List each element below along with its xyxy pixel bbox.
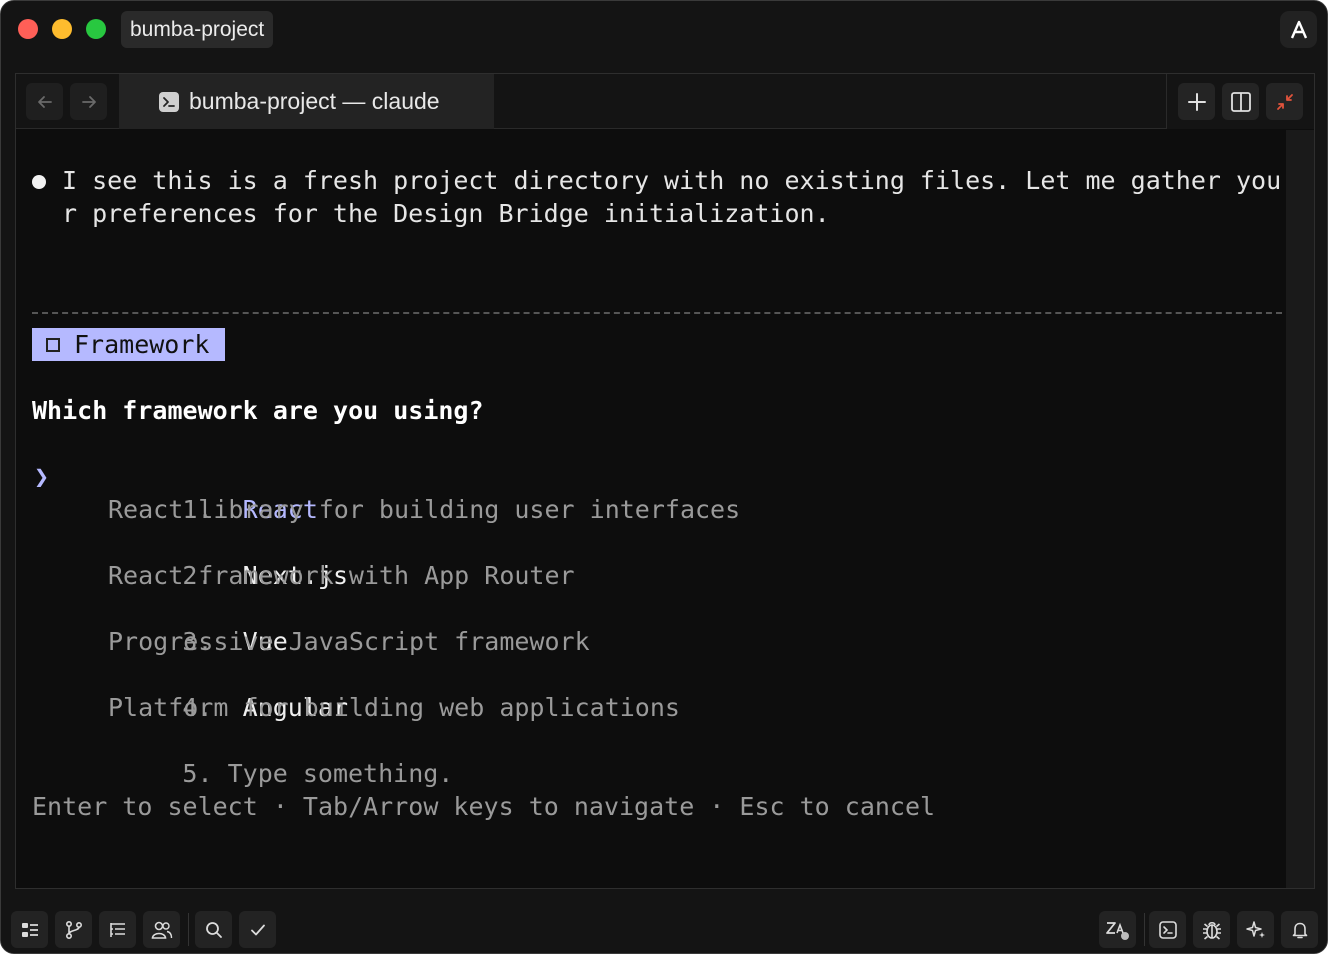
keyboard-hint: Enter to select · Tab/Arrow keys to navi…	[32, 792, 936, 821]
translate-icon	[1105, 921, 1129, 940]
maximize-window-button[interactable]	[86, 19, 106, 39]
arrow-left-icon	[37, 95, 52, 108]
project-name[interactable]: bumba-project	[121, 11, 274, 48]
option-label: Type something.	[227, 759, 454, 788]
question-text: Which framework are you using?	[32, 396, 484, 425]
ai-button[interactable]	[1237, 911, 1274, 948]
question-header: Framework	[32, 328, 226, 361]
account-button[interactable]	[1280, 11, 1317, 48]
account-a-icon	[1290, 20, 1307, 38]
option-number: 5.	[182, 759, 213, 788]
check-icon	[250, 924, 265, 935]
plus-icon	[1187, 92, 1206, 111]
outline-icon	[109, 922, 125, 937]
toolbar-separator	[1144, 913, 1145, 946]
branch-icon	[65, 920, 82, 939]
selection-pointer: ❯	[34, 462, 50, 491]
title-bar: bumba-project	[1, 1, 1327, 59]
collapse-icon	[1276, 93, 1293, 110]
split-view-icon	[1230, 91, 1251, 112]
notifications-button[interactable]	[1281, 911, 1318, 948]
file-tree-button[interactable]	[11, 911, 48, 948]
close-window-button[interactable]	[18, 19, 38, 39]
outline-button[interactable]	[99, 911, 136, 948]
assistant-message: I see this is a fresh project directory …	[62, 166, 1282, 228]
option-description: Platform for building web applications	[108, 693, 680, 722]
checkbox-icon	[46, 337, 60, 352]
arrow-right-icon	[81, 95, 96, 108]
terminal-icon	[1158, 920, 1177, 939]
tab-claude[interactable]: bumba-project — claude	[119, 74, 494, 129]
terminal-pane: bumba-project — claude I see this is a f…	[15, 73, 1315, 889]
scrollbar[interactable]	[1286, 130, 1314, 888]
terminal-output[interactable]: I see this is a fresh project directory …	[16, 130, 1286, 888]
tab-actions	[1166, 74, 1314, 129]
option-description: React framework with App Router	[108, 561, 575, 590]
checks-button[interactable]	[239, 911, 276, 948]
new-tab-button[interactable]	[1178, 83, 1215, 120]
bottom-toolbar	[1, 903, 1327, 953]
terminal-icon	[159, 91, 179, 112]
users-icon	[151, 921, 172, 939]
tree-icon	[21, 922, 38, 937]
divider	[32, 312, 1282, 314]
app-window: bumba-project bumba-project — claude I s…	[0, 0, 1328, 954]
option-description: React library for building user interfac…	[108, 495, 741, 524]
users-button[interactable]	[143, 911, 180, 948]
message-bullet	[32, 175, 46, 189]
question-header-label: Framework	[74, 330, 210, 359]
search-button[interactable]	[195, 911, 232, 948]
toolbar-separator	[188, 913, 189, 946]
search-icon	[205, 921, 222, 938]
forward-button[interactable]	[70, 83, 107, 120]
bug-icon	[1202, 921, 1221, 940]
collapse-pane-button[interactable]	[1266, 83, 1303, 120]
debug-button[interactable]	[1193, 911, 1230, 948]
git-branch-button[interactable]	[55, 911, 92, 948]
terminal-button[interactable]	[1149, 911, 1186, 948]
sparkle-icon	[1245, 920, 1265, 938]
tab-title: bumba-project — claude	[189, 88, 440, 114]
option-description: Progressive JavaScript framework	[108, 627, 590, 656]
tab-bar: bumba-project — claude	[16, 74, 1314, 129]
bell-icon	[1292, 922, 1307, 938]
translate-button[interactable]	[1099, 911, 1136, 948]
split-pane-button[interactable]	[1222, 83, 1259, 120]
minimize-window-button[interactable]	[52, 19, 72, 39]
back-button[interactable]	[26, 83, 63, 120]
